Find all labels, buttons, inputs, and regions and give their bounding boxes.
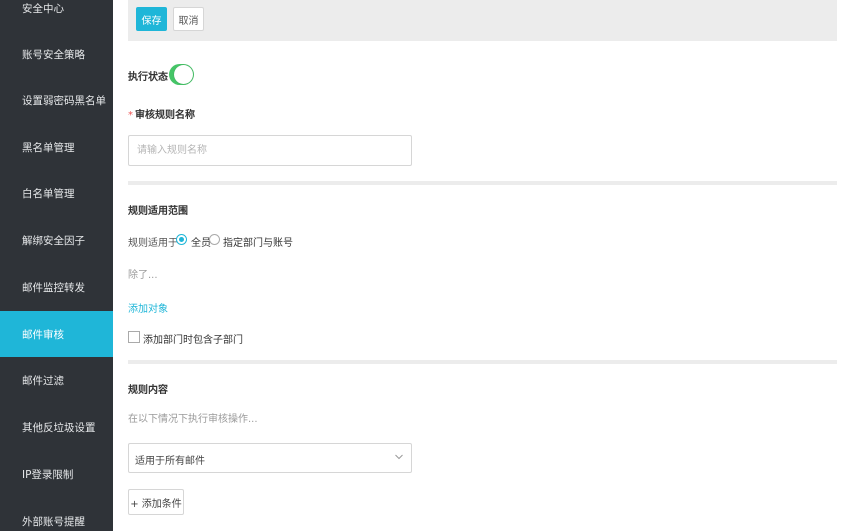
content-hint: 在以下情况下执行审核操作... xyxy=(128,414,258,425)
sidebar-item-label: 黑名单管理 xyxy=(22,141,75,154)
except-label: 除了... xyxy=(128,270,158,281)
add-target-link[interactable]: 添加对象 xyxy=(128,300,168,315)
toggle-knob xyxy=(174,65,193,84)
toolbar: 保存 取消 xyxy=(128,0,837,41)
sidebar-item-label: IP登录限制 xyxy=(22,468,74,481)
section-divider xyxy=(128,181,837,185)
include-subdept-checkbox[interactable] xyxy=(128,331,140,343)
sidebar-item-whitelist[interactable]: 白名单管理 xyxy=(0,170,113,216)
content-section-title: 规则内容 xyxy=(128,385,168,396)
sidebar-item-ip-login-limit[interactable]: IP登录限制 xyxy=(0,451,113,497)
scope-section-title: 规则适用范围 xyxy=(128,206,188,217)
cancel-button[interactable]: 取消 xyxy=(173,7,204,31)
scope-all-label[interactable]: 全员 xyxy=(191,234,211,249)
sidebar-item-blacklist[interactable]: 黑名单管理 xyxy=(0,124,113,170)
rule-name-label: 审核规则名称 xyxy=(135,110,195,121)
sidebar-item-label: 设置弱密码黑名单 xyxy=(22,94,106,107)
chevron-down-icon xyxy=(395,454,403,460)
sidebar-item-account-security-policy[interactable]: 账号安全策略 xyxy=(0,31,113,77)
scope-applies-label: 规则适用于 xyxy=(128,238,178,249)
mail-scope-select-value: 适用于所有邮件 xyxy=(135,456,205,467)
sidebar: 安全中心 账号安全策略 设置弱密码黑名单 黑名单管理 白名单管理 解绑安全因子 … xyxy=(0,0,113,531)
sidebar-item-unbind-security-factor[interactable]: 解绑安全因子 xyxy=(0,217,113,263)
section-divider xyxy=(128,360,837,364)
sidebar-item-other-antispam[interactable]: 其他反垃圾设置 xyxy=(0,404,113,450)
rule-name-label-row: * 审核规则名称 xyxy=(128,106,195,121)
sidebar-item-label: 邮件审核 xyxy=(22,328,64,341)
status-toggle[interactable] xyxy=(169,64,194,85)
sidebar-item-label: 其他反垃圾设置 xyxy=(22,421,96,434)
sidebar-item-mail-filter[interactable]: 邮件过滤 xyxy=(0,357,113,403)
scope-all-radio[interactable] xyxy=(176,234,187,245)
mail-scope-select[interactable]: 适用于所有邮件 xyxy=(128,443,412,473)
save-button[interactable]: 保存 xyxy=(136,7,167,31)
status-label: 执行状态 xyxy=(128,72,168,83)
required-mark: * xyxy=(128,110,133,121)
sidebar-item-security-center[interactable]: 安全中心 xyxy=(0,0,113,31)
sidebar-item-label: 安全中心 xyxy=(22,2,64,15)
sidebar-item-weak-password-blacklist[interactable]: 设置弱密码黑名单 xyxy=(0,77,113,123)
sidebar-item-label: 邮件监控转发 xyxy=(22,281,85,294)
scope-specific-radio[interactable] xyxy=(209,234,220,245)
sidebar-item-mail-monitor-forward[interactable]: 邮件监控转发 xyxy=(0,264,113,310)
sidebar-item-label: 解绑安全因子 xyxy=(22,234,85,247)
rule-name-input[interactable] xyxy=(128,135,412,166)
sidebar-item-label: 邮件过滤 xyxy=(22,374,64,387)
sidebar-item-mail-review[interactable]: 邮件审核 xyxy=(0,311,113,357)
sidebar-item-label: 外部账号提醒 xyxy=(22,515,85,528)
sidebar-item-label: 白名单管理 xyxy=(22,187,75,200)
scope-specific-label[interactable]: 指定部门与账号 xyxy=(223,234,293,249)
add-condition-button[interactable]: + 添加条件 xyxy=(128,489,184,515)
include-subdept-label[interactable]: 添加部门时包含子部门 xyxy=(143,331,243,346)
sidebar-item-label: 账号安全策略 xyxy=(22,48,85,61)
sidebar-item-external-account-alert[interactable]: 外部账号提醒 xyxy=(0,498,113,531)
